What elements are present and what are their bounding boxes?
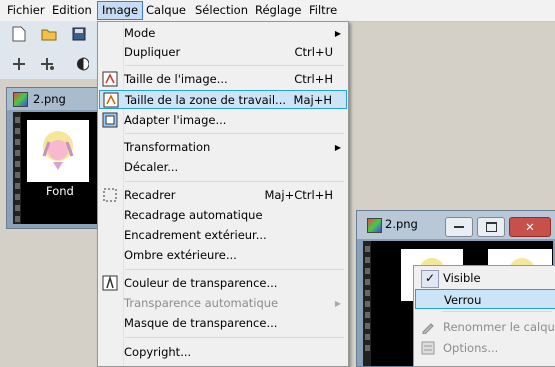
- menu-item-shortcut: Maj+Ctrl+H: [264, 188, 333, 202]
- menu-item-label: Dupliquer: [124, 45, 181, 59]
- menu-item-couleur-transparence[interactable]: Couleur de transparence...: [99, 274, 347, 293]
- menu-item-transparence-automatique[interactable]: Transparence automatique ▶: [99, 294, 347, 313]
- menu-item-copyright[interactable]: Copyright...: [99, 343, 347, 362]
- menu-item-dupliquer[interactable]: Dupliquer Ctrl+U: [99, 43, 347, 62]
- maximize-button[interactable]: [477, 217, 505, 237]
- menu-fichier[interactable]: Fichier: [3, 2, 49, 19]
- menu-item-label: Mode: [124, 26, 156, 40]
- menu-item-label: Transparence automatique: [124, 296, 279, 310]
- submenu-arrow-icon: ▶: [334, 143, 341, 152]
- toolbar: [0, 21, 101, 79]
- document-window: 2.png Fond: [6, 87, 103, 229]
- filmstrip-left-2: [363, 241, 371, 366]
- menu-item-label: Taille de l'image...: [124, 72, 228, 86]
- menu-item-label: Décaler...: [124, 160, 179, 174]
- context-item-options[interactable]: Options...: [415, 338, 555, 358]
- context-item-label: Renommer le calque...: [443, 320, 555, 334]
- layer-thumbnail[interactable]: [27, 120, 89, 182]
- menu-item-decaler[interactable]: Décaler...: [99, 158, 347, 177]
- image-menu: Mode ▶ Dupliquer Ctrl+U Taille de l'imag…: [97, 21, 349, 367]
- menu-item-shortcut: Ctrl+H: [294, 72, 333, 86]
- open-folder-icon[interactable]: [40, 25, 58, 43]
- menu-item-label: Taille de la zone de travail...: [125, 93, 287, 107]
- menu-reglage[interactable]: Réglage: [251, 2, 305, 19]
- character-image: [42, 131, 74, 170]
- menu-item-recadrage-automatique[interactable]: Recadrage automatique: [99, 206, 347, 225]
- menu-item-ombre-exterieure[interactable]: Ombre extérieure...: [99, 246, 347, 265]
- menu-item-label: Ombre extérieure...: [124, 248, 237, 262]
- menu-bar: Fichier Edition Image Calque Sélection R…: [0, 0, 555, 22]
- menu-selection[interactable]: Sélection: [191, 2, 252, 19]
- document-filename: 2.png: [33, 92, 66, 106]
- checkmark-icon: ✓: [421, 270, 439, 288]
- menu-item-shortcut: Ctrl+U: [294, 45, 333, 59]
- context-item-visible[interactable]: ✓ Visible: [415, 268, 555, 288]
- menu-item-label: Encadrement extérieur...: [124, 228, 267, 242]
- canvas-size-icon: [103, 92, 119, 108]
- document-filename-2: 2.png: [385, 217, 418, 231]
- minimize-button[interactable]: [445, 217, 473, 237]
- context-item-label: Visible: [443, 271, 481, 285]
- image-file-icon: [367, 218, 382, 233]
- menu-item-encadrement-exterieur[interactable]: Encadrement extérieur...: [99, 226, 347, 245]
- menu-item-mode[interactable]: Mode ▶: [99, 24, 347, 43]
- context-item-label: Options...: [443, 341, 499, 355]
- save-icon[interactable]: [70, 25, 88, 43]
- fit-image-icon: [102, 112, 118, 128]
- menu-separator: [125, 337, 344, 338]
- menu-filtre[interactable]: Filtre: [305, 2, 341, 19]
- context-item-verrou[interactable]: Verrou: [415, 289, 555, 309]
- submenu-arrow-icon: ▶: [334, 299, 341, 308]
- menu-item-recadrer[interactable]: Recadrer Maj+Ctrl+H: [99, 186, 347, 205]
- zoom-in-icon[interactable]: [10, 55, 28, 73]
- menu-item-transformation[interactable]: Transformation ▶: [99, 138, 347, 157]
- menu-item-adapter-image[interactable]: Adapter l'image...: [99, 111, 347, 130]
- crop-icon: [102, 187, 118, 203]
- resize-image-icon: [102, 71, 118, 87]
- transparency-color-icon: [102, 275, 118, 291]
- menu-separator: [125, 133, 344, 134]
- close-button[interactable]: ✕: [509, 217, 551, 237]
- rename-icon: [421, 320, 435, 335]
- menu-item-taille-zone-travail[interactable]: Taille de la zone de travail... Maj+H: [99, 90, 347, 109]
- brightness-icon[interactable]: [74, 55, 92, 73]
- menu-item-masque-transparence[interactable]: Masque de transparence...: [99, 314, 347, 333]
- document-titlebar-2[interactable]: 2.png ✕: [357, 211, 555, 239]
- menu-separator: [125, 65, 344, 66]
- menu-item-shortcut: Maj+H: [293, 93, 332, 107]
- layer-context-menu: ✓ Visible Verrou Renommer le calque... O…: [413, 265, 555, 367]
- zoom-out-icon[interactable]: [38, 55, 56, 73]
- menu-edition[interactable]: Edition: [48, 2, 96, 19]
- menu-separator: [442, 311, 552, 312]
- menu-item-label: Copyright...: [124, 345, 192, 359]
- new-file-icon[interactable]: [10, 25, 28, 43]
- menu-separator: [125, 181, 344, 182]
- menu-item-label: Couleur de transparence...: [124, 276, 278, 290]
- menu-calque[interactable]: Calque: [142, 2, 190, 19]
- context-item-renommer[interactable]: Renommer le calque...: [415, 317, 555, 337]
- options-icon: [421, 341, 435, 355]
- menu-image[interactable]: Image: [97, 1, 144, 20]
- layer-panel: Fond: [13, 112, 102, 224]
- submenu-arrow-icon: ▶: [334, 29, 341, 38]
- menu-item-label: Recadrer: [124, 188, 176, 202]
- menu-item-label: Transformation: [124, 140, 211, 154]
- image-file-icon: [13, 92, 28, 107]
- document-titlebar[interactable]: 2.png: [7, 88, 102, 110]
- menu-separator: [125, 269, 344, 270]
- filmstrip-left: [13, 112, 21, 224]
- menu-item-label: Masque de transparence...: [124, 316, 278, 330]
- menu-item-label: Recadrage automatique: [124, 208, 263, 222]
- menu-item-taille-image[interactable]: Taille de l'image... Ctrl+H: [99, 70, 347, 89]
- layer-name: Fond: [46, 184, 74, 198]
- context-item-label: Verrou: [444, 293, 482, 307]
- menu-item-label: Adapter l'image...: [124, 113, 227, 127]
